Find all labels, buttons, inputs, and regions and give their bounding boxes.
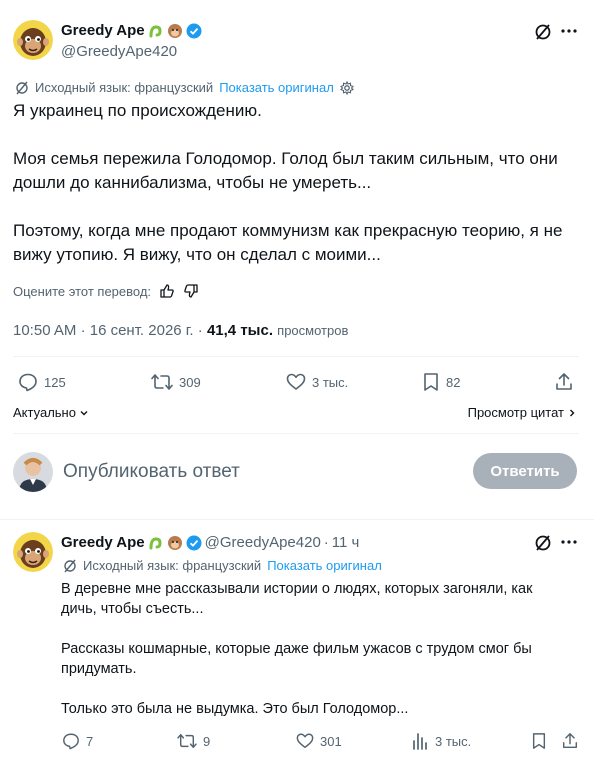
reply-count: 125	[44, 374, 66, 390]
reply-views-count: 3 тыс.	[435, 733, 472, 749]
gear-icon[interactable]	[339, 80, 354, 95]
reply-button[interactable]: 125	[18, 372, 66, 392]
views-count: 41,4 тыс.	[206, 322, 273, 339]
reply-reply-count: 7	[86, 733, 94, 749]
views-icon	[413, 732, 429, 750]
more-icon[interactable]	[561, 29, 577, 33]
view-quotes-link[interactable]: Просмотр цитат	[468, 405, 578, 420]
verified-badge-icon	[186, 535, 202, 551]
rate-translation-label: Оцените этот перевод:	[13, 283, 152, 299]
bookmark-icon	[422, 372, 440, 392]
verified-badge-icon	[186, 23, 202, 39]
reply-author-avatar[interactable]	[13, 532, 53, 572]
reply-icon	[18, 372, 38, 392]
reply-input[interactable]: Опубликовать ответ	[63, 461, 240, 483]
post-date[interactable]: 16 сент. 2026 г.	[90, 322, 194, 339]
reply-author-handle[interactable]: @GreedyApe420	[205, 534, 321, 551]
snake-emoji-icon	[148, 535, 164, 551]
bookmark-icon[interactable]	[531, 732, 547, 750]
reply-icon	[62, 732, 80, 750]
more-icon[interactable]	[561, 540, 577, 544]
bookmark-count: 82	[446, 374, 461, 390]
divider	[13, 433, 579, 434]
user-avatar[interactable]	[13, 452, 53, 492]
chevron-down-icon	[78, 407, 90, 419]
reply-text: В деревне мне рассказывали истории о люд…	[61, 581, 533, 717]
views-label: просмотров	[277, 323, 349, 338]
like-icon	[296, 732, 314, 750]
divider	[13, 356, 579, 357]
show-original-link[interactable]: Показать оригинал	[219, 80, 334, 95]
reply-translation-row: Исходный язык: французский Показать ориг…	[63, 558, 382, 573]
repost-icon	[177, 732, 197, 750]
share-icon[interactable]	[554, 372, 574, 392]
post-text: Я украинец по происхождению. Моя семья п…	[13, 101, 563, 264]
author-name[interactable]: Greedy Ape	[61, 22, 145, 39]
author-name-row: Greedy Ape	[61, 22, 202, 39]
monkey-emoji-icon	[167, 23, 183, 39]
reply-author-row: Greedy Ape @GreedyApe420 · 11 ч	[61, 534, 360, 551]
author-handle[interactable]: @GreedyApe420	[61, 43, 177, 60]
thumbs-down-icon[interactable]	[183, 283, 199, 299]
share-icon[interactable]	[561, 732, 579, 750]
repost-count: 309	[179, 374, 201, 390]
reply-translation-source: Исходный язык: французский	[83, 558, 262, 573]
view-quotes-label: Просмотр цитат	[467, 405, 564, 420]
translate-icon	[15, 81, 29, 95]
reply-like-button[interactable]: 301	[296, 732, 342, 750]
thumbs-up-icon[interactable]	[159, 283, 175, 299]
sort-relevant-label: Актуально	[13, 405, 76, 420]
grok-icon[interactable]	[534, 534, 552, 552]
post-time[interactable]: 10:50 AM	[13, 322, 76, 339]
reply-author-name[interactable]: Greedy Ape	[61, 534, 145, 551]
grok-icon[interactable]	[534, 23, 552, 41]
reply-show-original-link[interactable]: Показать оригинал	[267, 558, 382, 573]
rate-translation-row: Оцените этот перевод:	[13, 283, 199, 299]
translate-icon	[63, 559, 77, 573]
reply-reply-button[interactable]: 7	[62, 732, 93, 750]
like-count: 3 тыс.	[312, 374, 349, 390]
snake-emoji-icon	[148, 23, 164, 39]
monkey-emoji-icon	[167, 535, 183, 551]
translation-note-row: Исходный язык: французский Показать ориг…	[15, 80, 354, 95]
repost-icon	[151, 372, 173, 392]
post-meta: 10:50 AM · 16 сент. 2026 г. · 41,4 тыс. …	[13, 322, 349, 339]
like-button[interactable]: 3 тыс.	[286, 372, 348, 392]
reply-views-button[interactable]: 3 тыс.	[413, 732, 471, 750]
sort-relevant[interactable]: Актуально	[13, 405, 90, 420]
reply-repost-count: 9	[203, 733, 211, 749]
reply-age[interactable]: 11 ч	[332, 534, 360, 551]
submit-reply-button[interactable]: Ответить	[473, 453, 577, 489]
repost-button[interactable]: 309	[151, 372, 201, 392]
chevron-right-icon	[566, 407, 578, 419]
translation-source: Исходный язык: французский	[35, 80, 214, 95]
like-icon	[286, 372, 306, 392]
reply-repost-button[interactable]: 9	[177, 732, 210, 750]
reply-like-count: 301	[320, 733, 342, 749]
bookmark-button[interactable]: 82	[422, 372, 460, 392]
divider	[0, 519, 594, 520]
author-avatar[interactable]	[13, 20, 53, 60]
